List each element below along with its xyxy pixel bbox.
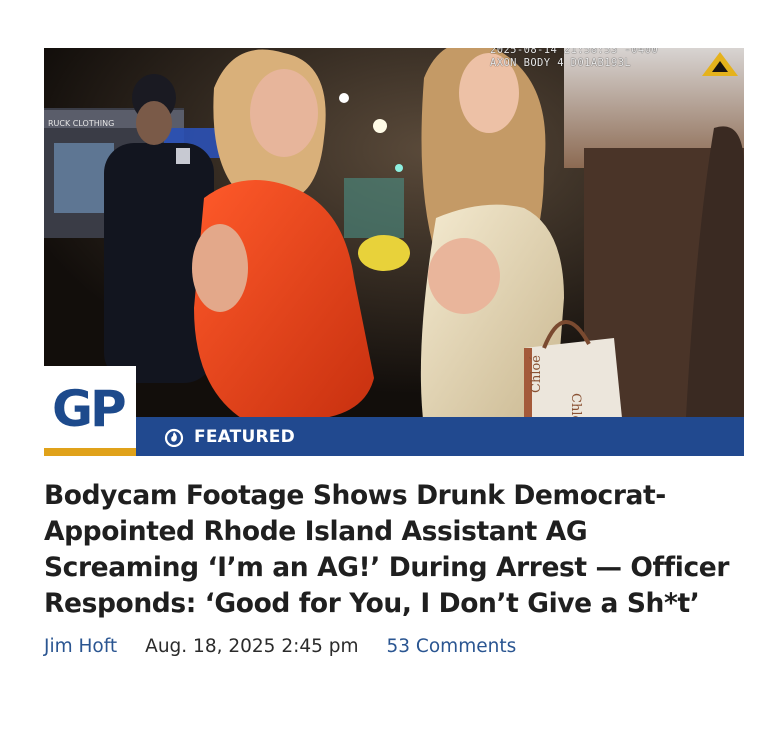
article-title[interactable]: Bodycam Footage Shows Drunk Democrat-App… <box>44 478 746 622</box>
featured-badge: FEATURED <box>136 417 744 456</box>
logo-text: GP <box>52 380 127 438</box>
storefront-sign: RUCK CLOTHING <box>48 119 114 128</box>
logo-accent-bar <box>44 448 136 456</box>
author-link[interactable]: Jim Hoft <box>44 636 117 657</box>
bodycam-photo: Chloé Chloé RUCK CLOTHING <box>44 48 744 456</box>
publish-date: Aug. 18, 2025 2:45 pm <box>145 636 359 657</box>
bag-brand-text-1: Chloé <box>529 355 544 393</box>
axon-delta-icon <box>702 52 738 76</box>
article-card[interactable]: Chloé Chloé RUCK CLOTHING 2025-08-14 21:… <box>44 48 744 657</box>
bodycam-timestamp: 2025-08-14 21:58:53 -0400 AXON BODY 4 D0… <box>490 48 658 70</box>
flame-icon <box>164 428 184 447</box>
comments-link[interactable]: 53 Comments <box>387 636 517 657</box>
timestamp-line-1: 2025-08-14 21:58:53 -0400 <box>490 48 659 56</box>
site-logo[interactable]: GP <box>44 366 136 456</box>
article-meta: Jim Hoft Aug. 18, 2025 2:45 pm 53 Commen… <box>44 636 744 657</box>
timestamp-line-2: AXON BODY 4 D01AB193L <box>490 57 632 69</box>
featured-label: FEATURED <box>194 426 295 447</box>
featured-image[interactable]: Chloé Chloé RUCK CLOTHING 2025-08-14 21:… <box>44 48 744 456</box>
